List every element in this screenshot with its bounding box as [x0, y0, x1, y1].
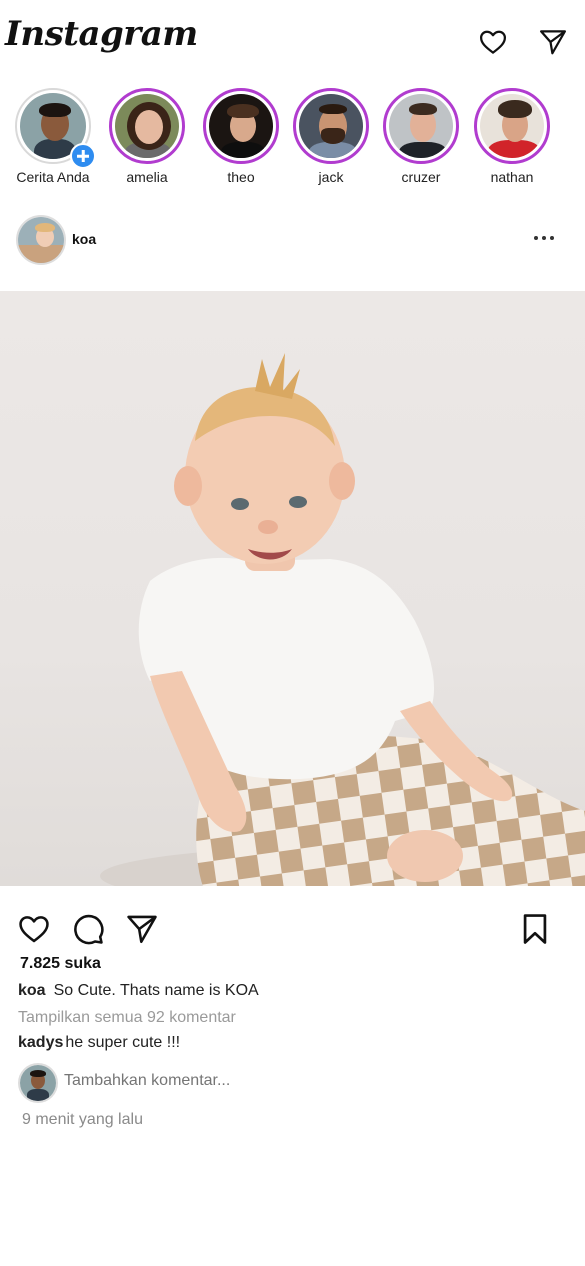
post-header: koa [0, 210, 585, 270]
comment-row: kadys he super cute !!! [18, 1034, 180, 1052]
story-amelia[interactable]: amelia [102, 88, 192, 185]
avatar [18, 1063, 58, 1103]
stories-tray: Cerita Anda amelia theo jack cruzer nath… [0, 88, 585, 193]
comment-text: he super cute !!! [65, 1034, 181, 1051]
story-name: amelia [126, 169, 168, 185]
post-timestamp: 9 menit yang lalu [22, 1111, 143, 1128]
story-own[interactable]: Cerita Anda [8, 88, 98, 185]
post-actions [0, 906, 585, 954]
story-name: Cerita Anda [16, 169, 90, 185]
story-theo[interactable]: theo [196, 88, 286, 185]
avatar [389, 94, 453, 158]
caption-username[interactable]: koa [18, 982, 46, 999]
heart-icon[interactable] [478, 27, 508, 57]
instagram-logo[interactable]: Instagram [5, 14, 198, 54]
view-all-comments-link[interactable]: Tampilkan semua 92 komentar [18, 1009, 236, 1027]
caption-text: So Cute. Thats name is KOA [53, 982, 259, 999]
like-heart-icon[interactable] [17, 912, 51, 946]
story-name: cruzer [401, 169, 441, 185]
add-comment-input[interactable] [64, 1072, 484, 1090]
avatar [480, 94, 544, 158]
story-nathan[interactable]: nathan [467, 88, 557, 185]
add-story-icon[interactable] [70, 143, 96, 169]
bookmark-icon[interactable] [518, 912, 552, 946]
post-caption: koa So Cute. Thats name is KOA [18, 982, 259, 1000]
top-bar: Instagram [0, 0, 585, 80]
comment-username[interactable]: kadys [18, 1034, 63, 1051]
post-photo[interactable] [0, 291, 585, 886]
story-cruzer[interactable]: cruzer [376, 88, 466, 185]
add-comment-row [18, 1062, 558, 1106]
more-options-icon[interactable] [530, 228, 560, 248]
baby-illustration [100, 353, 585, 886]
post-username[interactable]: koa [72, 231, 96, 247]
like-count[interactable]: 7.825 suka [20, 955, 101, 973]
story-name: jack [318, 169, 344, 185]
story-jack[interactable]: jack [286, 88, 376, 185]
comment-icon[interactable] [71, 912, 105, 946]
story-name: theo [227, 169, 255, 185]
send-icon[interactable] [538, 27, 568, 57]
avatar [209, 94, 273, 158]
post-author-avatar[interactable] [16, 215, 66, 265]
avatar [115, 94, 179, 158]
avatar [299, 94, 363, 158]
story-name: nathan [490, 169, 534, 185]
share-send-icon[interactable] [125, 912, 159, 946]
